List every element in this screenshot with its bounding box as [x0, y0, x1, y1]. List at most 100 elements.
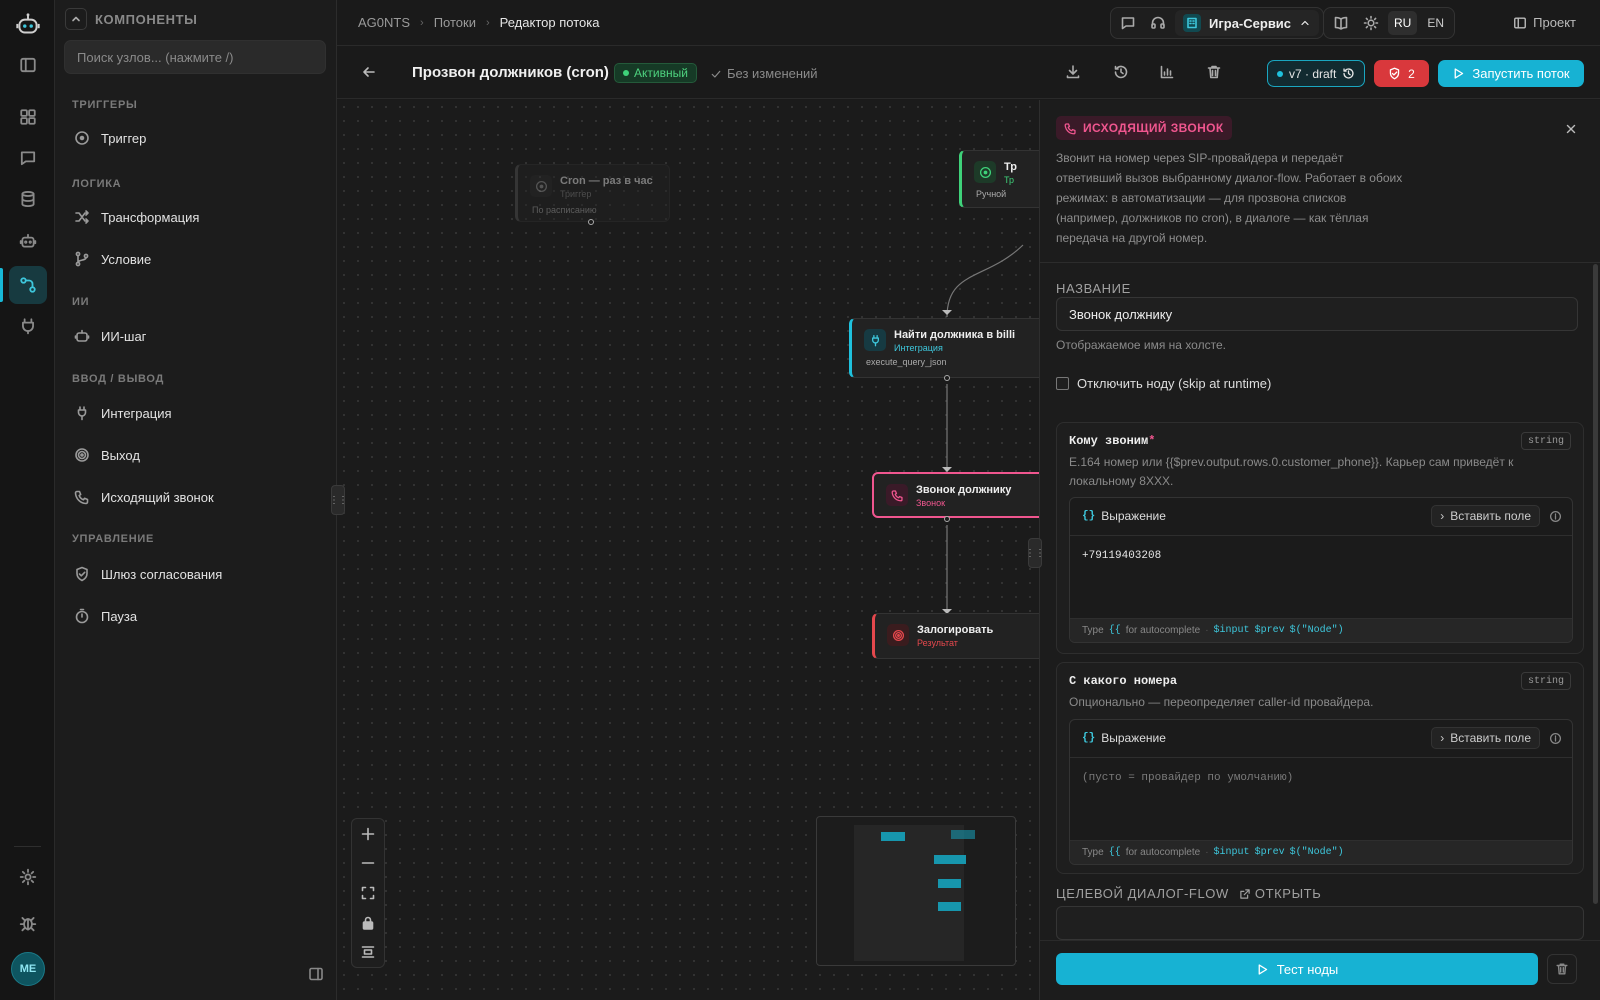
- field-description: E.164 номер или {{$prev.output.rows.0.cu…: [1069, 455, 1514, 488]
- expression-value[interactable]: +79119403208: [1082, 550, 1161, 562]
- project-button[interactable]: Проект: [1513, 15, 1576, 30]
- flow-canvas[interactable]: Cron — раз в час Триггер По расписанию Т…: [337, 100, 1039, 1000]
- chat-icon[interactable]: [9, 139, 47, 177]
- component-condition[interactable]: Условие: [65, 242, 327, 276]
- version-dot: [1277, 70, 1283, 77]
- chevron-right-icon: ›: [1440, 731, 1445, 745]
- node-call-debtor[interactable]: Звонок должнику Звонок: [872, 472, 1039, 518]
- var-chip[interactable]: $prev: [1255, 625, 1285, 636]
- breadcrumb: AG0NTS › Потоки › Редактор потока: [358, 15, 599, 30]
- info-icon[interactable]: [1549, 510, 1562, 523]
- insert-field-button[interactable]: › Вставить поле: [1431, 727, 1540, 749]
- sun-icon[interactable]: [1358, 10, 1384, 36]
- node-cron-trigger[interactable]: Cron — раз в час Триггер По расписанию: [515, 164, 670, 222]
- phone-icon: [73, 488, 91, 506]
- node-port[interactable]: [588, 219, 594, 225]
- disable-node-checkbox[interactable]: Отключить ноду (skip at runtime): [1056, 376, 1271, 391]
- var-chip[interactable]: $input: [1214, 847, 1250, 858]
- fit-view-icon[interactable]: [358, 883, 378, 903]
- breadcrumb-flows[interactable]: Потоки: [434, 15, 476, 30]
- braces-icon: {}: [1082, 732, 1096, 744]
- robot-logo-icon[interactable]: [9, 6, 47, 44]
- avatar[interactable]: ME: [11, 952, 45, 986]
- component-ai-step[interactable]: ИИ-шаг: [65, 319, 327, 353]
- var-chip[interactable]: $("Node"): [1290, 847, 1344, 858]
- headset-icon[interactable]: [1145, 10, 1171, 36]
- align-icon[interactable]: [358, 942, 378, 962]
- close-icon[interactable]: [1564, 122, 1578, 136]
- expression-placeholder[interactable]: (пусто = провайдер по умолчанию): [1082, 772, 1293, 784]
- node-subtitle: Интеграция: [894, 343, 943, 353]
- node-log-result[interactable]: Залогировать Результат: [872, 613, 1039, 659]
- test-node-button[interactable]: Тест ноды: [1056, 953, 1538, 985]
- component-approval-gate[interactable]: Шлюз согласования: [65, 557, 327, 591]
- lang-en-button[interactable]: EN: [1421, 11, 1450, 35]
- delete-node-button[interactable]: [1547, 954, 1577, 984]
- dashboard-icon[interactable]: [9, 98, 47, 136]
- chat-icon[interactable]: [1115, 10, 1141, 36]
- target-flow-text: ЦЕЛЕВОЙ ДИАЛОГ-FLOW: [1056, 886, 1229, 901]
- breadcrumb-home[interactable]: AG0NTS: [358, 15, 410, 30]
- lock-icon[interactable]: [358, 913, 378, 933]
- expression-editor[interactable]: {} Выражение › Вставить поле +79119403208 …: [1069, 497, 1573, 643]
- download-icon[interactable]: [1065, 64, 1081, 80]
- back-arrow-icon[interactable]: [361, 64, 377, 80]
- panel-collapse-icon[interactable]: [306, 964, 326, 984]
- settings-icon[interactable]: [9, 858, 47, 896]
- book-icon[interactable]: [1328, 10, 1354, 36]
- version-button[interactable]: v7 · draft: [1267, 60, 1366, 87]
- flows-icon[interactable]: [9, 266, 47, 304]
- trash-icon[interactable]: [1206, 64, 1222, 80]
- node-port[interactable]: [944, 516, 950, 522]
- component-output[interactable]: Выход: [65, 438, 327, 472]
- var-chip[interactable]: $input: [1214, 625, 1250, 636]
- collapse-chevron-icon[interactable]: [65, 8, 87, 30]
- component-transform[interactable]: Трансформация: [65, 200, 327, 234]
- expression-mode[interactable]: {} Выражение: [1082, 509, 1166, 523]
- component-outgoing-call[interactable]: Исходящий звонок: [65, 480, 327, 514]
- search-input[interactable]: [64, 40, 326, 74]
- history-icon[interactable]: [1113, 64, 1129, 80]
- component-pause[interactable]: Пауза: [65, 599, 327, 633]
- var-chip[interactable]: $prev: [1255, 847, 1285, 858]
- agent-icon[interactable]: [9, 222, 47, 260]
- node-find-debtor[interactable]: Найти должника в billi Интеграция execut…: [849, 318, 1039, 378]
- bug-icon[interactable]: [9, 904, 47, 942]
- checkbox[interactable]: [1056, 377, 1069, 390]
- info-icon[interactable]: [1549, 732, 1562, 745]
- node-name-input[interactable]: [1056, 297, 1578, 331]
- expression-editor[interactable]: {} Выражение › Вставить поле (пусто = пров…: [1069, 719, 1573, 865]
- node-detail: Ручной: [976, 189, 1007, 199]
- expression-mode[interactable]: {} Выражение: [1082, 731, 1166, 745]
- panel-resize-handle[interactable]: ⋮⋮: [1025, 538, 1045, 568]
- zoom-out-icon[interactable]: [358, 853, 378, 873]
- name-hint: Отображаемое имя на холсте.: [1056, 338, 1226, 352]
- run-flow-button[interactable]: Запустить поток: [1438, 60, 1584, 87]
- sidebar-resize-handle[interactable]: ⋮⋮: [329, 485, 348, 515]
- component-trigger[interactable]: Триггер: [65, 121, 327, 155]
- component-integration[interactable]: Интеграция: [65, 396, 327, 430]
- node-manual-trigger[interactable]: Тр Тр Ручной: [959, 150, 1039, 208]
- chevron-right-icon: ›: [485, 16, 490, 29]
- field-description: Опционально — переопределяет caller-id п…: [1069, 695, 1374, 709]
- var-chip[interactable]: $("Node"): [1290, 625, 1344, 636]
- target-flow-select[interactable]: [1056, 906, 1584, 940]
- database-icon[interactable]: [9, 180, 47, 218]
- node-description: Звонит на номер через SIP-провайдера и п…: [1056, 151, 1403, 245]
- lang-ru-button[interactable]: RU: [1388, 11, 1418, 35]
- issues-button[interactable]: 2: [1374, 60, 1429, 87]
- zoom-in-icon[interactable]: [358, 824, 378, 844]
- scrollbar[interactable]: [1593, 264, 1598, 904]
- minimap-node: [881, 832, 905, 841]
- insert-field-button[interactable]: › Вставить поле: [1431, 505, 1540, 527]
- minimap-node: [938, 879, 961, 888]
- hint-type: Type: [1082, 847, 1104, 858]
- minimap[interactable]: [816, 816, 1016, 966]
- node-port[interactable]: [944, 375, 950, 381]
- analytics-icon[interactable]: [1159, 64, 1175, 80]
- open-link[interactable]: ОТКРЫТЬ: [1239, 886, 1321, 901]
- tenant-selector[interactable]: Игра-Сервис: [1175, 10, 1320, 36]
- integrations-icon[interactable]: [9, 307, 47, 345]
- autocomplete-hint: Type {{ for autocomplete · $input $prev …: [1070, 618, 1572, 642]
- sidebar-toggle-icon[interactable]: [9, 46, 47, 84]
